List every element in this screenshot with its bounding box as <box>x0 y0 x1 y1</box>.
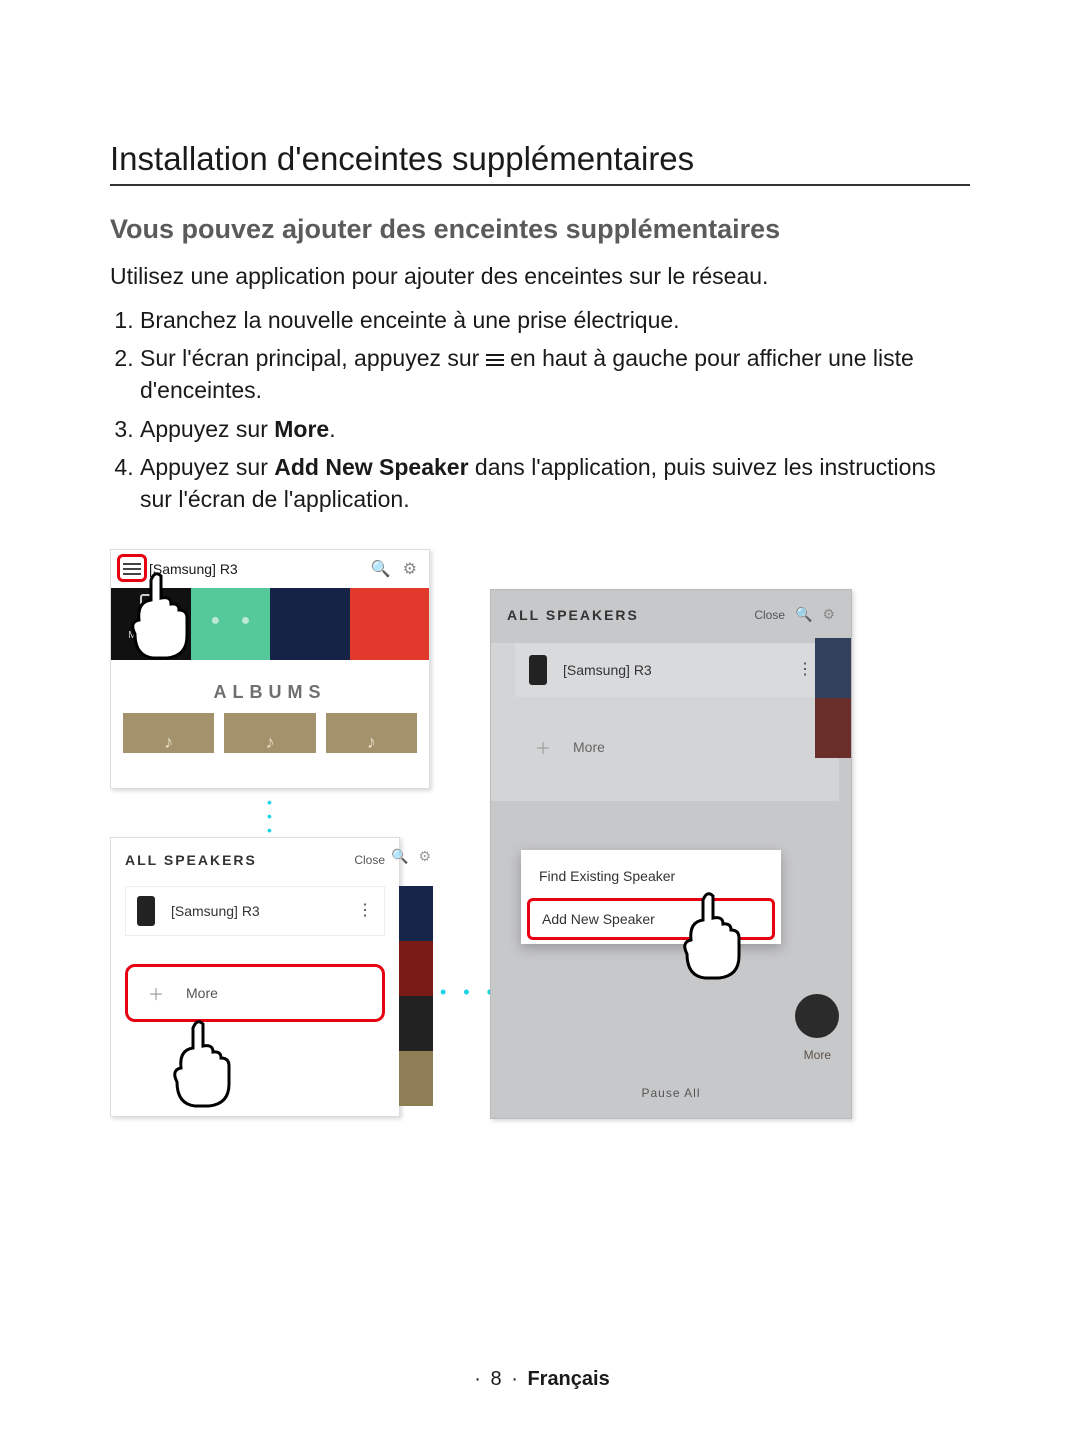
gear-icon[interactable]: ⚙ <box>822 606 835 623</box>
step-2-a: Sur l'écran principal, appuyez sur <box>140 345 486 371</box>
speaker-name: [Samsung] R3 <box>171 903 260 919</box>
step-4: Appuyez sur Add New Speaker dans l'appli… <box>140 451 970 515</box>
steps-list: Branchez la nouvelle enceinte à une pris… <box>110 304 970 515</box>
search-icon[interactable]: 🔍 <box>391 848 408 865</box>
shot1-tiles: My Phone <box>111 588 429 660</box>
gear-icon[interactable]: ⚙ <box>418 848 431 865</box>
search-icon[interactable]: 🔍 <box>795 606 812 623</box>
tile-navy[interactable] <box>270 588 350 660</box>
page-title: Installation d'enceintes supplémentaires <box>110 140 970 186</box>
speaker-row[interactable]: [Samsung] R3 ⋮ <box>125 886 385 936</box>
album-thumbs: ♪ ♪ ♪ <box>111 713 429 753</box>
speaker-row[interactable]: [Samsung] R3 ⋮ <box>515 643 827 697</box>
find-existing-speaker[interactable]: Find Existing Speaker <box>521 854 781 898</box>
screenshot-allspeakers: 🔍 ⚙ ALL SPEAKERS Close [Samsung] R3 ⋮ ＋ … <box>110 837 400 1117</box>
menu-icon <box>486 351 504 369</box>
tile-myphone[interactable]: My Phone <box>111 588 191 660</box>
shot1-device: [Samsung] R3 <box>149 561 238 577</box>
pointer-hand-icon <box>171 1018 241 1108</box>
shot2-side-tiles <box>399 886 433 1106</box>
step-1: Branchez la nouvelle enceinte à une pris… <box>140 304 970 336</box>
tile-green[interactable] <box>191 588 271 660</box>
tile-myphone-label: My Phone <box>111 630 191 641</box>
close-button[interactable]: Close <box>754 608 785 622</box>
album-thumb[interactable]: ♪ <box>224 713 315 753</box>
albums-label: ALBUMS <box>111 660 429 713</box>
shot2-header: ALL SPEAKERS Close <box>111 838 399 882</box>
popup-menu: Find Existing Speaker Add New Speaker <box>521 850 781 944</box>
page-subtitle: Vous pouvez ajouter des enceintes supplé… <box>110 214 970 245</box>
shot2-title: ALL SPEAKERS <box>125 852 257 868</box>
add-new-speaker[interactable]: Add New Speaker <box>527 898 775 940</box>
tile-red[interactable] <box>350 588 430 660</box>
step-4-a: Appuyez sur <box>140 454 274 480</box>
screenshots-area: [Samsung] R3 🔍 ⚙ My Phone ALBUMS ♪ ♪ ♪ <box>110 549 970 1169</box>
shot3-header: ALL SPEAKERS Close 🔍 ⚙ <box>491 590 851 639</box>
more-text: More <box>804 1048 831 1062</box>
more-button[interactable]: ＋ More <box>515 721 827 773</box>
step-3-a: Appuyez sur <box>140 416 274 442</box>
page-number: 8 <box>491 1368 502 1390</box>
shot3-panel: [Samsung] R3 ⋮ ＋ More <box>491 643 839 801</box>
more-options-icon[interactable]: ⋮ <box>357 909 373 914</box>
step-3: Appuyez sur More. <box>140 413 970 445</box>
gear-icon[interactable]: ⚙ <box>403 559 417 579</box>
shot3-side-tiles <box>815 638 851 758</box>
page-language: Français <box>527 1368 609 1390</box>
more-options-icon[interactable]: ⋮ <box>797 668 813 673</box>
shot3-title: ALL SPEAKERS <box>507 607 639 623</box>
step-3-bold: More <box>274 416 329 442</box>
search-icon[interactable]: 🔍 <box>371 559 391 579</box>
step-2: Sur l'écran principal, appuyez sur en ha… <box>140 342 970 406</box>
plus-icon: ＋ <box>535 735 551 759</box>
screenshot-albums: [Samsung] R3 🔍 ⚙ My Phone ALBUMS ♪ ♪ ♪ <box>110 549 430 789</box>
dark-circle-button[interactable] <box>795 994 839 1038</box>
screenshot-add-speaker: ALL SPEAKERS Close 🔍 ⚙ [Samsung] R3 ⋮ ＋ M… <box>490 589 852 1119</box>
more-label: More <box>186 985 218 1001</box>
page-footer: · 8 · Français <box>0 1368 1080 1391</box>
speaker-icon <box>529 655 547 685</box>
step-3-c: . <box>329 416 335 442</box>
more-label: More <box>573 739 605 755</box>
album-thumb[interactable]: ♪ <box>326 713 417 753</box>
album-thumb[interactable]: ♪ <box>123 713 214 753</box>
pause-all-label[interactable]: Pause All <box>641 1086 700 1100</box>
highlight-menu-icon <box>117 554 147 582</box>
more-button[interactable]: ＋ More <box>125 964 385 1022</box>
close-button[interactable]: Close <box>354 853 385 867</box>
speaker-name: [Samsung] R3 <box>563 662 652 678</box>
plus-icon: ＋ <box>148 981 164 1005</box>
step-4-bold: Add New Speaker <box>274 454 468 480</box>
intro-text: Utilisez une application pour ajouter de… <box>110 261 970 292</box>
speaker-icon <box>137 896 155 926</box>
phone-icon <box>140 594 162 628</box>
shot1-topbar: [Samsung] R3 🔍 ⚙ <box>111 550 429 588</box>
